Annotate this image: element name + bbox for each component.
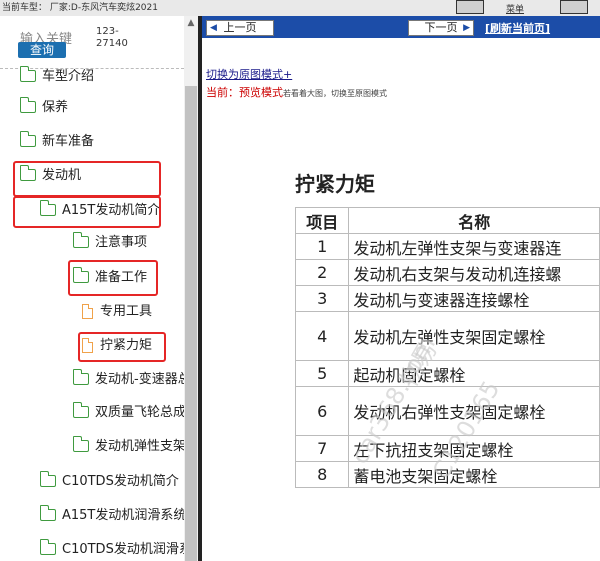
- tree-item-label: 新车准备: [42, 134, 95, 149]
- folder-icon: [39, 539, 56, 555]
- folder-icon: [72, 436, 89, 452]
- toolbar-button-2[interactable]: [560, 0, 588, 14]
- prev-page-label: 上一页: [223, 21, 257, 34]
- current-vehicle-label: 当前车型： 厂家:D-东风汽车奕炫2021: [2, 3, 158, 13]
- row-number: 2: [294, 259, 350, 286]
- next-page-button[interactable]: 下一页 ▶: [408, 20, 474, 36]
- row-number: 1: [294, 233, 350, 260]
- content-panel: ◀ 上一页 下一页 ▶ [刷新当前页] 切换为原图模式+ 当前：预览模式若看着大…: [202, 16, 600, 561]
- row-name: 发动机与变速器连接螺栓: [348, 285, 600, 312]
- folder-icon: [39, 471, 56, 487]
- row-name: 发动机左弹性支架与变速器连: [348, 233, 600, 260]
- table-row: 4 发动机左弹性支架固定螺栓: [294, 311, 600, 361]
- column-header-item: 项目: [294, 207, 350, 234]
- row-number: 8: [294, 461, 350, 488]
- tree-item-label: A15T发动机润滑系统: [62, 508, 187, 523]
- nav-bar: ◀ 上一页 下一页 ▶ [刷新当前页]: [202, 16, 600, 38]
- table-row: 5 起动机固定螺栓: [294, 360, 600, 387]
- mode-status: 当前：预览模式若看着大图，切换至原图模式: [206, 84, 387, 100]
- search-button[interactable]: 查询: [18, 42, 66, 58]
- scroll-thumb[interactable]: [185, 86, 197, 561]
- document-title: 拧紧力矩: [295, 172, 375, 196]
- document-icon: [82, 304, 93, 319]
- tree-item-label: 专用工具: [100, 304, 153, 319]
- folder-icon: [19, 97, 36, 113]
- row-number: 6: [294, 386, 350, 436]
- column-header-name: 名称: [348, 207, 600, 234]
- tree-item-label: 车型介绍: [42, 69, 95, 84]
- folder-icon: [19, 66, 36, 82]
- folder-icon: [72, 369, 89, 385]
- switch-original-mode-link[interactable]: 切换为原图模式+: [206, 66, 292, 82]
- table-header-row: 项目 名称: [294, 207, 600, 234]
- mode-value: 预览模式: [239, 86, 283, 99]
- prev-page-button[interactable]: ◀ 上一页: [206, 20, 274, 36]
- folder-icon: [72, 232, 89, 248]
- highlight-box-torque: [78, 332, 166, 362]
- code-text: 123-27140: [96, 26, 128, 49]
- left-panel: 输入关键 查询 123-27140 车型介绍 保养 新车准备 发动机 A15T发…: [0, 16, 200, 561]
- tree-item-label: C10TDS发动机简介: [62, 474, 179, 489]
- tree-item-label: 发动机弹性支架: [95, 439, 187, 454]
- mode-prefix: 当前：: [206, 86, 239, 99]
- tree-item-label: 注意事项: [95, 235, 148, 250]
- next-page-label: 下一页: [424, 21, 458, 34]
- row-name: 蓄电池支架固定螺栓: [348, 461, 600, 488]
- row-number: 7: [294, 435, 350, 462]
- highlight-box-a15t: [13, 196, 161, 228]
- highlight-box-preparation: [68, 260, 158, 296]
- toolbar-button-1[interactable]: [456, 0, 484, 14]
- table-row: 6 发动机右弹性支架固定螺栓: [294, 386, 600, 436]
- table-row: 3 发动机与变速器连接螺栓: [294, 285, 600, 312]
- row-number: 4: [294, 311, 350, 361]
- folder-icon: [72, 402, 89, 418]
- tree-item-label: 保养: [42, 100, 69, 115]
- top-bar: 当前车型： 厂家:D-东风汽车奕炫2021 菜单: [0, 0, 600, 16]
- row-number: 5: [294, 360, 350, 387]
- table-row: 2 发动机右支架与发动机连接螺: [294, 259, 600, 286]
- left-scrollbar[interactable]: ▲: [184, 16, 198, 561]
- refresh-link[interactable]: [刷新当前页]: [485, 20, 550, 36]
- arrow-right-icon: ▶: [463, 23, 470, 33]
- row-name: 发动机左弹性支架固定螺栓: [348, 311, 600, 361]
- row-number: 3: [294, 285, 350, 312]
- row-name: 发动机右支架与发动机连接螺: [348, 259, 600, 286]
- tree-item-label: 双质量飞轮总成: [95, 405, 187, 420]
- tree-item-label: 发动机-变速器总: [95, 372, 191, 387]
- folder-icon: [19, 131, 36, 147]
- folder-icon: [39, 505, 56, 521]
- highlight-box-engine: [13, 161, 161, 197]
- table-row: 1 发动机左弹性支架与变速器连: [294, 233, 600, 260]
- arrow-left-icon: ◀: [210, 23, 217, 33]
- tree-item-label: C10TDS发动机润滑系: [62, 542, 192, 557]
- scroll-up-icon[interactable]: ▲: [184, 16, 198, 30]
- mode-hint: 若看着大图，切换至原图模式: [283, 89, 387, 98]
